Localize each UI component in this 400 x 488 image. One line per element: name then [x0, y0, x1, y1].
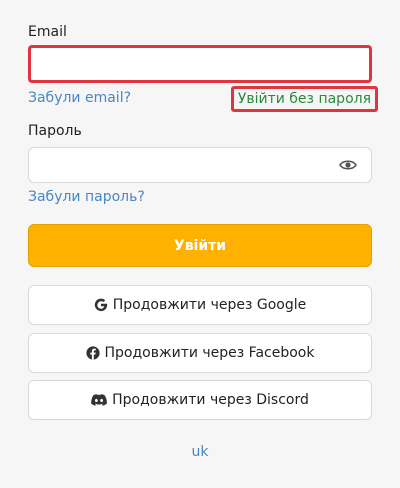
eye-icon[interactable]: [339, 159, 357, 171]
email-label: Email: [28, 24, 67, 40]
facebook-login-button[interactable]: Продовжити через Facebook: [28, 333, 372, 373]
google-icon: [94, 298, 107, 312]
facebook-login-label: Продовжити через Facebook: [104, 345, 315, 361]
discord-icon: [91, 394, 107, 406]
login-button[interactable]: Увійти: [28, 224, 372, 267]
email-field[interactable]: [28, 45, 372, 83]
password-label: Пароль: [28, 123, 82, 139]
language-link[interactable]: uk: [28, 444, 372, 460]
passwordless-login-link[interactable]: Увійти без пароля: [230, 86, 378, 112]
forgot-email-link[interactable]: Забули email?: [28, 90, 131, 106]
google-login-label: Продовжити через Google: [112, 297, 307, 313]
discord-login-label: Продовжити через Discord: [112, 392, 309, 408]
forgot-password-link[interactable]: Забули пароль?: [28, 189, 145, 205]
google-login-button[interactable]: Продовжити через Google: [28, 285, 372, 325]
facebook-icon: [85, 346, 100, 360]
discord-login-button[interactable]: Продовжити через Discord: [28, 380, 372, 420]
password-field[interactable]: [28, 147, 372, 183]
